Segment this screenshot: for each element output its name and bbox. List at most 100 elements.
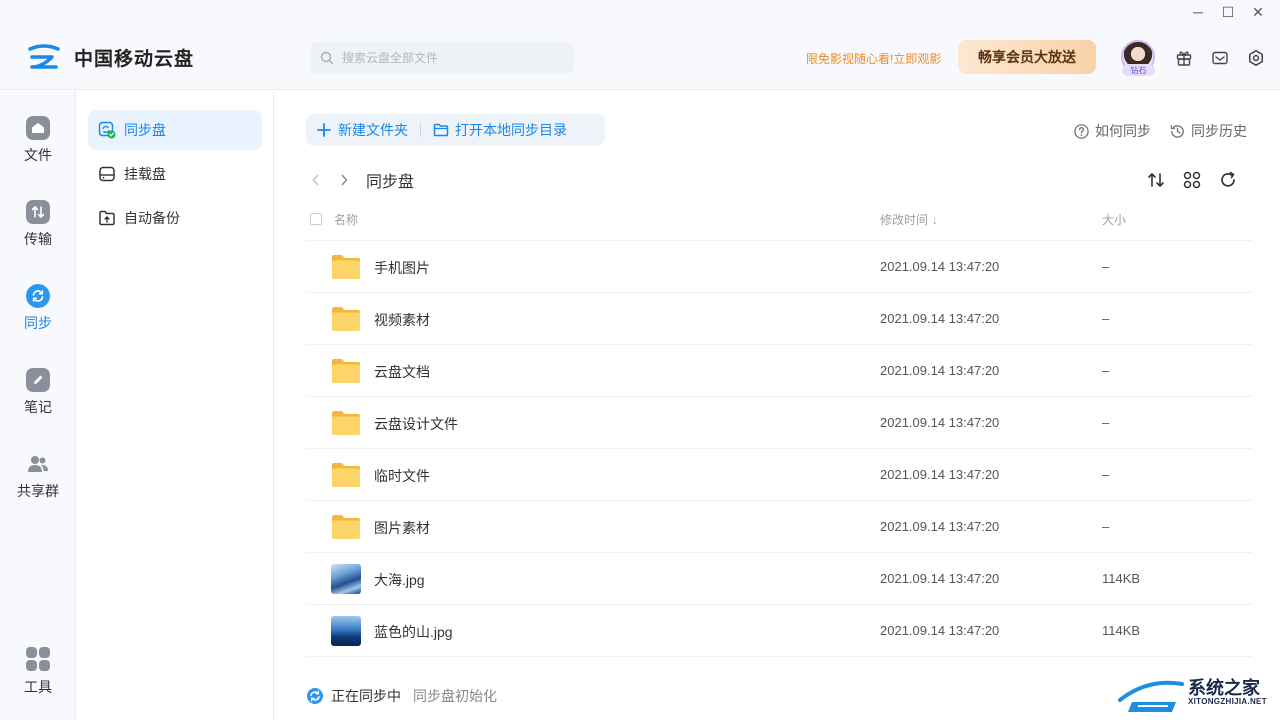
rail-item-label: 共享群	[17, 483, 59, 499]
transfer-icon	[26, 200, 50, 224]
rail-item-transfer[interactable]: 传输	[0, 200, 76, 264]
breadcrumb: 同步盘	[306, 168, 414, 192]
sync-disk-icon	[98, 121, 116, 139]
rail-item-tools[interactable]: 工具	[0, 646, 76, 710]
file-size: –	[1102, 519, 1110, 534]
file-name[interactable]: 云盘设计文件	[374, 414, 458, 434]
secondary-nav: 同步盘 挂载盘 自动备份	[76, 91, 274, 720]
window-title-bar: ─ ☐ ✕	[0, 0, 1280, 24]
file-name[interactable]: 临时文件	[374, 466, 430, 486]
rail-item-label: 传输	[24, 231, 52, 247]
table-row[interactable]: 图片素材 2021.09.14 13:47:20 –	[306, 501, 1252, 553]
syncing-icon	[307, 688, 323, 704]
mail-icon[interactable]	[1211, 49, 1229, 67]
file-modified-time: 2021.09.14 13:47:20	[880, 259, 1000, 274]
file-size: –	[1102, 363, 1110, 378]
subnav-item-auto-backup[interactable]: 自动备份	[88, 198, 262, 238]
file-name[interactable]: 手机图片	[374, 258, 430, 278]
mount-disk-icon	[99, 166, 115, 182]
new-folder-button[interactable]: 新建文件夹	[306, 114, 418, 146]
image-thumbnail	[331, 616, 361, 646]
table-row[interactable]: 视频素材 2021.09.14 13:47:20 –	[306, 293, 1252, 345]
how-to-sync-link[interactable]: 如何同步	[1073, 121, 1151, 141]
page-title: 同步盘	[366, 174, 415, 191]
vip-promo-button[interactable]: 畅享会员大放送	[958, 40, 1096, 74]
pen-icon	[26, 368, 50, 392]
plus-icon	[317, 123, 331, 137]
rail-item-notes[interactable]: 笔记	[0, 368, 76, 432]
forward-button[interactable]	[334, 168, 354, 192]
file-modified-time: 2021.09.14 13:47:20	[880, 311, 1000, 326]
rail-item-shared-groups[interactable]: 共享群	[0, 452, 76, 516]
watermark-subtitle: XITONGZHIJIA.NET	[1188, 697, 1267, 706]
search-box[interactable]	[310, 42, 574, 74]
app-header: 中国移动云盘 限免影视随心看!立即观影 畅享会员大放送 钻石	[0, 24, 1280, 90]
toolbar-divider	[420, 123, 421, 137]
sync-status-text: 正在同步中	[331, 688, 401, 704]
open-local-label: 打开本地同步目录	[455, 122, 567, 138]
help-icon	[1074, 123, 1089, 139]
file-name[interactable]: 蓝色的山.jpg	[374, 622, 453, 642]
gift-icon[interactable]	[1175, 49, 1193, 67]
sort-icon[interactable]	[1146, 170, 1166, 190]
rail-item-label: 工具	[24, 679, 52, 695]
table-row[interactable]: 蓝色的山.jpg 2021.09.14 13:47:20 114KB	[306, 605, 1252, 657]
table-row[interactable]: 云盘设计文件 2021.09.14 13:47:20 –	[306, 397, 1252, 449]
file-name[interactable]: 视频素材	[374, 310, 430, 330]
table-row[interactable]: 云盘文档 2021.09.14 13:47:20 –	[306, 345, 1252, 397]
app-title: 中国移动云盘	[74, 49, 195, 70]
close-button[interactable]: ✕	[1249, 3, 1267, 21]
chevron-left-icon	[312, 174, 319, 186]
search-input[interactable]	[342, 51, 562, 65]
select-all-checkbox[interactable]	[310, 213, 322, 225]
settings-icon[interactable]	[1247, 49, 1265, 67]
file-size: –	[1102, 415, 1110, 430]
file-size: –	[1102, 311, 1110, 326]
sync-status-bar: 正在同步中 同步盘初始化	[306, 686, 497, 706]
table-row[interactable]: 大海.jpg 2021.09.14 13:47:20 114KB	[306, 553, 1252, 605]
subnav-item-label: 同步盘	[124, 122, 166, 138]
auto-backup-icon	[99, 210, 115, 226]
open-local-sync-folder-button[interactable]: 打开本地同步目录	[423, 114, 577, 146]
rail-item-sync[interactable]: 同步	[0, 284, 76, 348]
file-size: –	[1102, 467, 1110, 482]
column-header-modified[interactable]: 修改时间 ↓	[880, 211, 938, 228]
subnav-item-sync-disk[interactable]: 同步盘	[88, 110, 262, 150]
file-size: –	[1102, 259, 1110, 274]
file-size: 114KB	[1102, 571, 1141, 586]
sort-desc-arrow-icon: ↓	[932, 212, 939, 227]
image-thumbnail	[331, 564, 361, 594]
rail-item-files[interactable]: 文件	[0, 116, 76, 180]
folder-icon	[332, 255, 360, 279]
file-name[interactable]: 图片素材	[374, 518, 430, 538]
table-row[interactable]: 手机图片 2021.09.14 13:47:20 –	[306, 241, 1252, 293]
minimize-button[interactable]: ─	[1189, 3, 1207, 21]
folder-icon	[332, 359, 360, 383]
primary-nav-rail: 文件 传输 同步 笔记 共享群 工具	[0, 91, 76, 720]
column-header-size[interactable]: 大小	[1102, 211, 1126, 228]
app-logo-icon	[28, 44, 60, 69]
refresh-icon[interactable]	[1218, 170, 1238, 190]
column-header-name[interactable]: 名称	[334, 211, 358, 228]
cloud-icon	[26, 116, 50, 140]
table-row[interactable]: 临时文件 2021.09.14 13:47:20 –	[306, 449, 1252, 501]
file-modified-time: 2021.09.14 13:47:20	[880, 363, 1000, 378]
file-name[interactable]: 大海.jpg	[374, 570, 425, 590]
file-modified-time: 2021.09.14 13:47:20	[880, 623, 1000, 638]
rail-item-label: 文件	[24, 147, 52, 163]
sync-icon	[26, 284, 50, 308]
grid-view-icon[interactable]	[1182, 170, 1202, 190]
maximize-button[interactable]: ☐	[1219, 3, 1237, 21]
promo-link[interactable]: 限免影视随心看!立即观影	[806, 50, 941, 67]
history-icon	[1170, 124, 1184, 138]
back-button[interactable]	[306, 168, 326, 192]
subnav-item-mount-disk[interactable]: 挂载盘	[88, 154, 262, 194]
how-to-sync-label: 如何同步	[1095, 123, 1151, 139]
sync-history-label: 同步历史	[1191, 123, 1247, 139]
file-size: 114KB	[1102, 623, 1141, 638]
file-name[interactable]: 云盘文档	[374, 362, 430, 382]
search-icon	[320, 51, 334, 65]
rail-item-label: 同步	[24, 315, 52, 331]
sync-history-link[interactable]: 同步历史	[1169, 121, 1247, 141]
subnav-item-label: 挂载盘	[124, 166, 166, 182]
